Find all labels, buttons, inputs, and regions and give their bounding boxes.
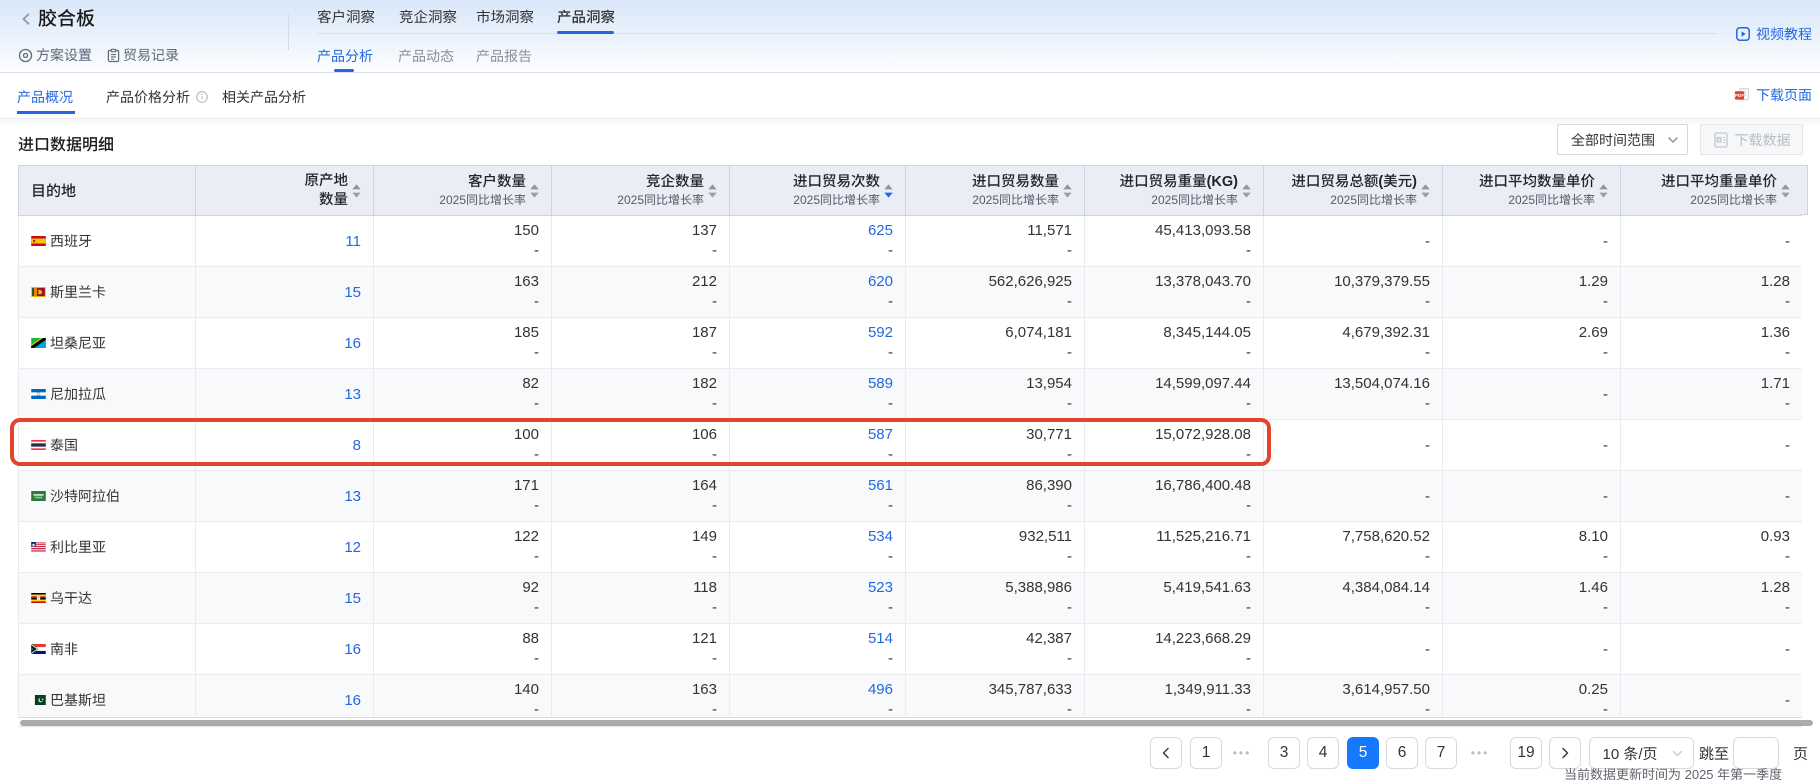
svg-text:PDF: PDF — [1735, 93, 1744, 98]
